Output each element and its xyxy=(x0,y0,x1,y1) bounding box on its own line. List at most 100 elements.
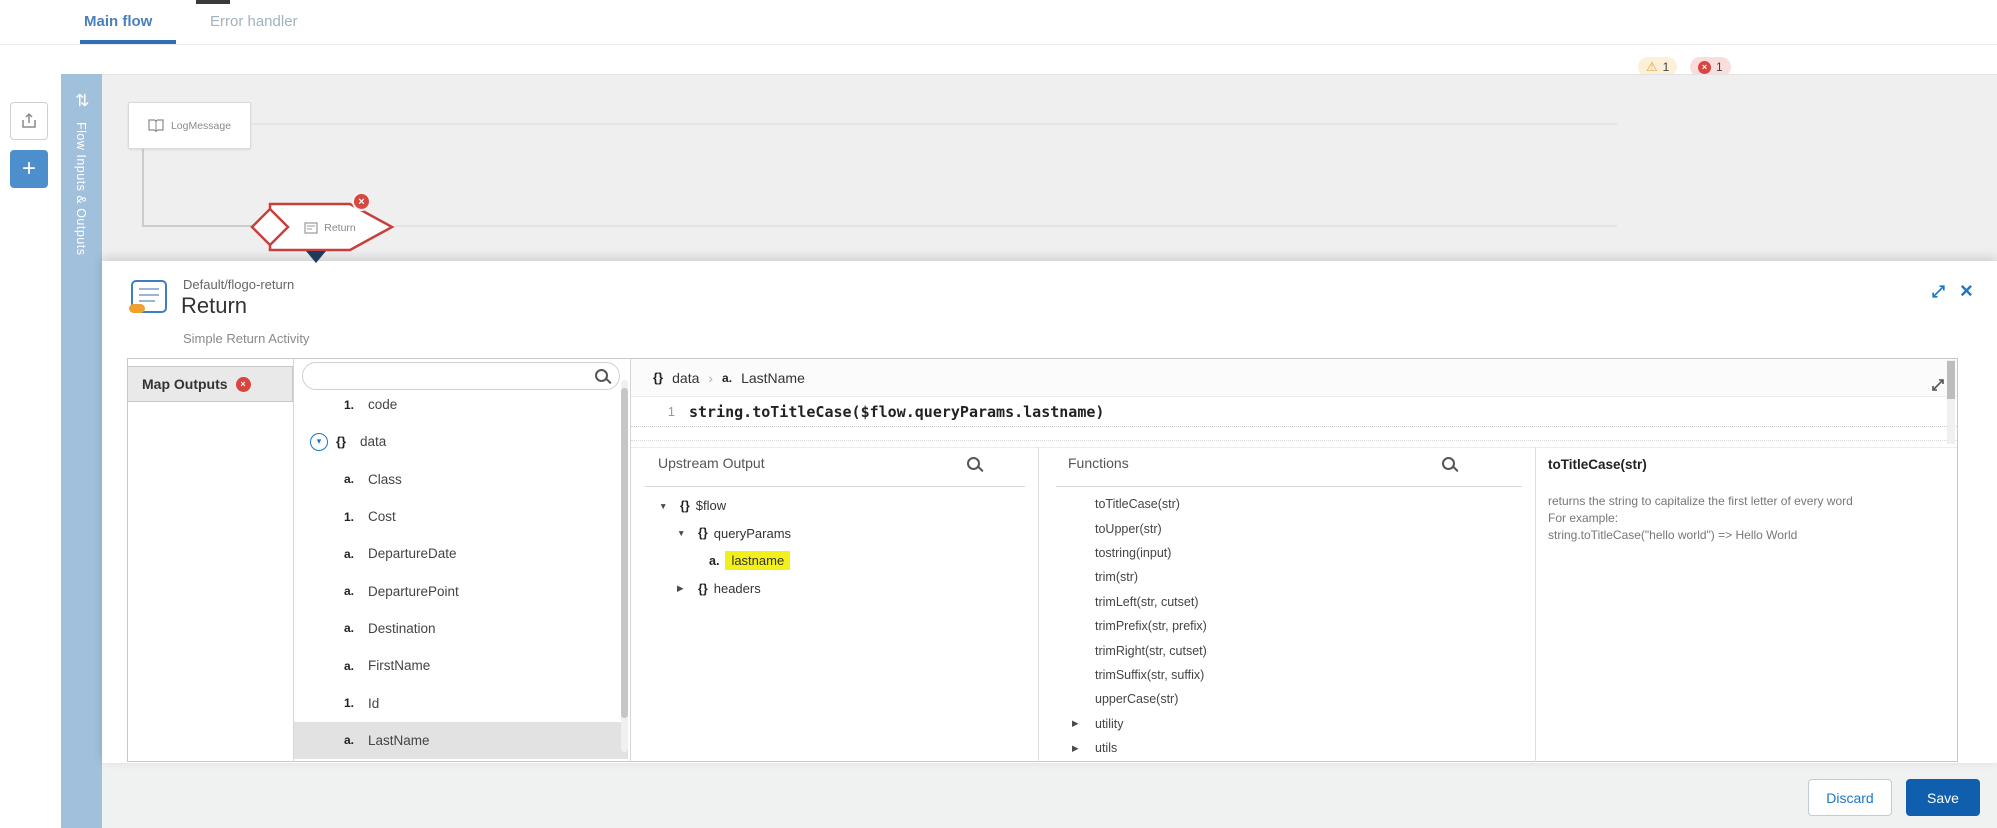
upstream-functions-divider xyxy=(1038,447,1039,762)
output-tree-scrollbar[interactable] xyxy=(621,380,628,752)
upstream-search-icon[interactable] xyxy=(966,456,983,473)
object-type-icon: {} xyxy=(698,526,708,540)
functions-search-icon[interactable] xyxy=(1441,456,1458,473)
node-logmessage-label: LogMessage xyxy=(171,120,231,132)
tabbar-divider xyxy=(0,44,1997,45)
output-field-label: Id xyxy=(368,696,379,711)
node-return-label: Return xyxy=(324,222,356,234)
output-field-label: DeparturePoint xyxy=(368,584,459,599)
output-field-row[interactable]: 1. code xyxy=(294,386,628,423)
collapse-chevron-icon[interactable] xyxy=(310,433,328,451)
function-group[interactable]: utility xyxy=(1056,712,1522,736)
function-item[interactable]: trimSuffix(str, suffix) xyxy=(1056,663,1522,687)
upstream-node-highlighted[interactable]: a. lastname xyxy=(645,547,1025,575)
node-logmessage[interactable]: LogMessage xyxy=(128,102,251,149)
upstream-node-label[interactable]: lastname xyxy=(725,551,790,570)
editor-scrollbar[interactable] xyxy=(1947,360,1955,444)
functions-docs-divider xyxy=(1535,447,1536,762)
object-type-icon: {} xyxy=(653,370,663,385)
upstream-tree: {} $flow {} queryParams a. lastname {} h… xyxy=(645,492,1025,602)
connector-horizontal xyxy=(142,225,254,227)
function-item[interactable]: tostring(input) xyxy=(1056,541,1522,565)
panel-expand-icon[interactable] xyxy=(1930,283,1947,305)
export-icon xyxy=(19,111,39,131)
collapsed-triangle-icon[interactable] xyxy=(1072,718,1087,729)
function-item[interactable]: trimPrefix(str, prefix) xyxy=(1056,614,1522,638)
discard-button[interactable]: Discard xyxy=(1808,779,1892,816)
string-type-icon: a. xyxy=(344,659,368,673)
tab-error-handler[interactable]: Error handler xyxy=(210,13,298,30)
upstream-output-header: Upstream Output xyxy=(658,455,765,471)
function-group-label: utils xyxy=(1095,741,1117,755)
return-icon xyxy=(304,222,318,234)
map-outputs-tab[interactable]: Map Outputs xyxy=(128,366,293,402)
editor-empty-line xyxy=(631,440,1957,441)
string-type-icon: a. xyxy=(722,371,732,385)
function-doc-example: string.toTitleCase("hello world") => Hel… xyxy=(1548,528,1797,542)
output-field-row[interactable]: {} data xyxy=(294,423,628,460)
save-button[interactable]: Save xyxy=(1906,779,1980,816)
flow-line-top xyxy=(252,123,1617,125)
warning-icon xyxy=(1646,59,1658,75)
expression-editor-line[interactable]: 1 string.toTitleCase($flow.queryParams.l… xyxy=(631,397,1957,427)
function-doc-example-label: For example: xyxy=(1548,511,1618,525)
number-type-icon: 1. xyxy=(344,398,368,412)
flow-io-toggle-icon[interactable] xyxy=(68,84,96,116)
output-field-label: LastName xyxy=(368,733,430,748)
upstream-node[interactable]: {} headers xyxy=(645,575,1025,603)
object-type-icon: {} xyxy=(698,582,708,596)
collapsed-triangle-icon[interactable] xyxy=(677,583,692,594)
upstream-node-label: $flow xyxy=(696,498,726,513)
output-field-label: Class xyxy=(368,472,402,487)
editor-expand-icon[interactable] xyxy=(1930,377,1946,398)
string-type-icon: a. xyxy=(344,547,368,561)
string-type-icon: a. xyxy=(344,733,368,747)
function-group[interactable]: utils xyxy=(1056,736,1522,760)
function-item[interactable]: trimRight(str, cutset) xyxy=(1056,638,1522,662)
expanded-triangle-icon[interactable] xyxy=(677,528,692,538)
editor-bottom-divider xyxy=(631,447,1957,448)
output-field-row[interactable]: a. Destination xyxy=(294,610,628,647)
function-item[interactable]: toUpper(str) xyxy=(1056,516,1522,540)
function-item[interactable]: trimLeft(str, cutset) xyxy=(1056,590,1522,614)
output-field-row[interactable]: a. Class xyxy=(294,461,628,498)
function-item[interactable]: trim(str) xyxy=(1056,565,1522,589)
upstream-node[interactable]: {} queryParams xyxy=(645,520,1025,548)
function-item-selected[interactable]: toTitleCase(str) xyxy=(1056,492,1522,516)
tab-main-flow[interactable]: Main flow xyxy=(84,13,152,30)
breadcrumb-root[interactable]: data xyxy=(672,370,699,386)
string-type-icon: a. xyxy=(709,554,719,568)
map-outputs-label: Map Outputs xyxy=(142,376,228,392)
collapsed-triangle-icon[interactable] xyxy=(1072,743,1087,754)
warning-count: 1 xyxy=(1663,60,1670,74)
expression-text[interactable]: string.toTitleCase($flow.queryParams.las… xyxy=(689,403,1104,421)
expanded-triangle-icon[interactable] xyxy=(659,501,674,511)
function-doc-description: returns the string to capitalize the fir… xyxy=(1548,494,1944,508)
export-flow-button[interactable] xyxy=(10,102,48,140)
panel-close-icon[interactable] xyxy=(1960,278,1973,304)
upstream-header-underline xyxy=(645,486,1025,487)
output-field-row[interactable]: 1. Id xyxy=(294,684,628,721)
activity-title: Return xyxy=(181,293,247,319)
upstream-node[interactable]: {} $flow xyxy=(645,492,1025,520)
search-icon xyxy=(594,368,611,385)
output-field-row[interactable]: 1. Cost xyxy=(294,498,628,535)
add-activity-button[interactable] xyxy=(10,150,48,188)
error-icon xyxy=(1698,61,1711,74)
number-type-icon: 1. xyxy=(344,696,368,710)
output-field-row-selected[interactable]: a. LastName xyxy=(294,722,628,759)
output-tree: 1. code {} data a. Class 1. Cost a. Depa… xyxy=(294,386,628,759)
node-return-content: Return xyxy=(282,217,378,238)
string-type-icon: a. xyxy=(344,621,368,635)
flow-io-rail-label: Flow Inputs & Outputs xyxy=(74,122,88,255)
flow-line-bottom xyxy=(394,225,1617,227)
function-item[interactable]: upperCase(str) xyxy=(1056,687,1522,711)
output-field-row[interactable]: a. FirstName xyxy=(294,647,628,684)
log-icon xyxy=(148,119,164,132)
output-field-row[interactable]: a. DepartureDate xyxy=(294,535,628,572)
flogo-designer: Main flow Error handler 1 1 LogMessage R… xyxy=(0,0,1997,828)
object-type-icon: {} xyxy=(336,434,360,449)
output-field-row[interactable]: a. DeparturePoint xyxy=(294,572,628,609)
footer-bar xyxy=(102,763,1997,828)
function-group-label: utility xyxy=(1095,717,1123,731)
